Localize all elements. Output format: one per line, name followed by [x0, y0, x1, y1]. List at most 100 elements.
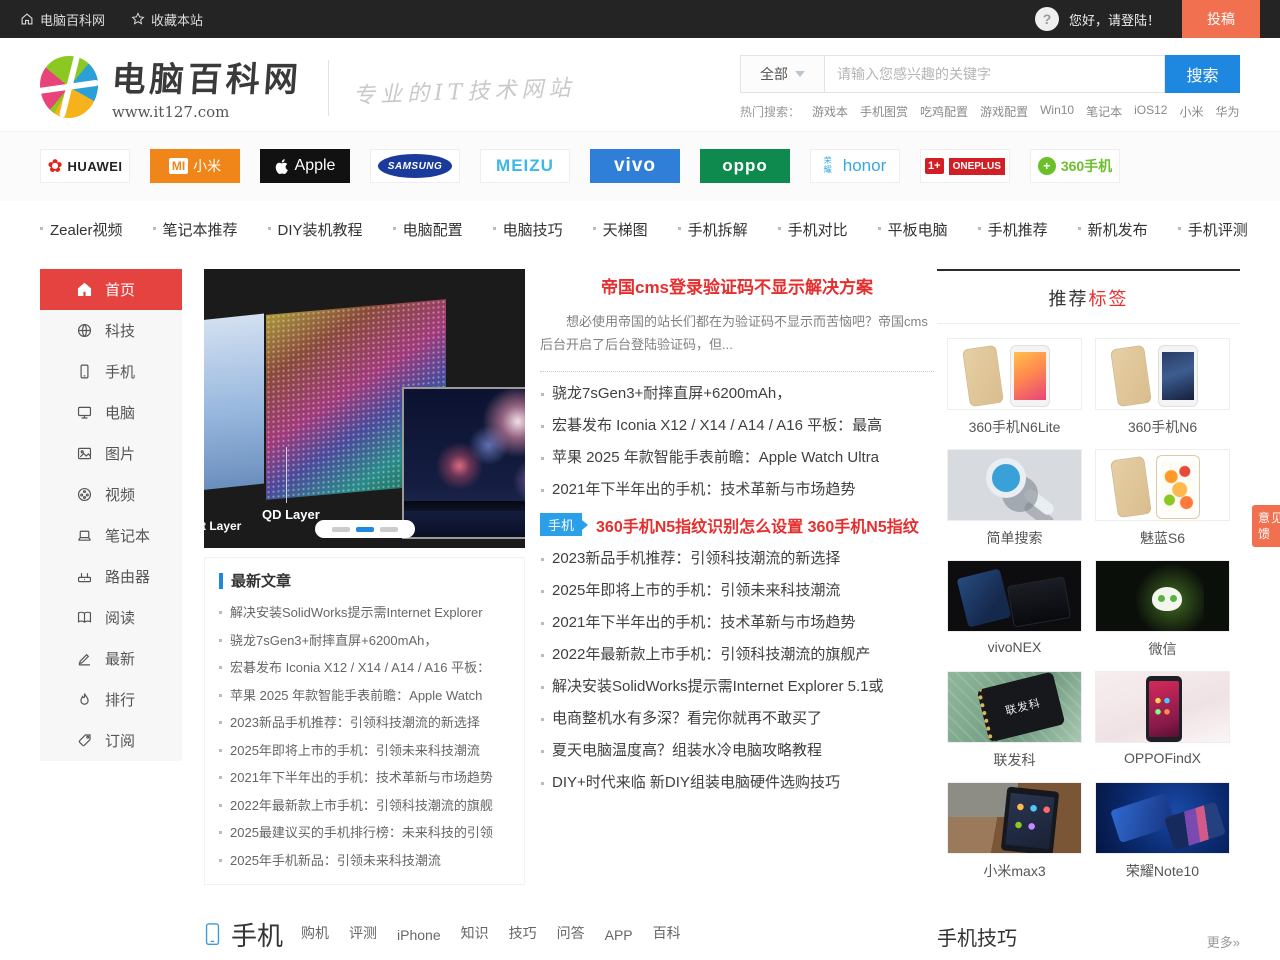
nav-item[interactable]: 笔记本推荐: [153, 219, 238, 240]
latest-article-link[interactable]: 骁龙7sGen3+耐摔直屏+6200mAh，: [219, 627, 512, 655]
headline-article-link[interactable]: 帝国cms登录验证码不显示解决方案: [540, 273, 934, 298]
phone-section-tab[interactable]: APP: [605, 927, 633, 943]
sidebar-item-pictures[interactable]: 图片: [40, 433, 182, 474]
sidebar-item-computer[interactable]: 电脑: [40, 392, 182, 433]
latest-article-link[interactable]: 2025年即将上市的手机：引领未来科技潮流: [219, 737, 512, 765]
nav-item[interactable]: 新机发布: [1078, 219, 1148, 240]
sidebar-item-router[interactable]: 路由器: [40, 556, 182, 597]
carousel-dot-1[interactable]: [332, 527, 350, 532]
nav-item[interactable]: 电脑技巧: [493, 219, 563, 240]
phone-section-tab[interactable]: 购机: [301, 923, 329, 943]
brand-meizu[interactable]: MEIZU: [480, 149, 570, 183]
latest-article-link[interactable]: 2021年下半年出的手机：技术革新与市场趋势: [219, 764, 512, 792]
sidebar-item-videos[interactable]: 视频: [40, 474, 182, 515]
phone-section-tab[interactable]: 技巧: [509, 923, 537, 943]
phone-section-tab[interactable]: 知识: [461, 923, 489, 943]
brand-vivo[interactable]: vivo: [590, 149, 680, 183]
carousel-dot-3[interactable]: [380, 527, 398, 532]
latest-article-link[interactable]: 苹果 2025 年款智能手表前瞻：Apple Watch: [219, 682, 512, 710]
nav-item[interactable]: 手机评测: [1178, 219, 1248, 240]
hot-keyword-link[interactable]: 吃鸡配置: [920, 103, 968, 120]
sidebar-item-reading[interactable]: 阅读: [40, 597, 182, 638]
brand-samsung[interactable]: SAMSUNG: [370, 149, 460, 183]
nav-item[interactable]: Zealer视频: [40, 219, 123, 240]
sidebar-item-laptop[interactable]: 笔记本: [40, 515, 182, 556]
hot-keyword-link[interactable]: 游戏配置: [980, 103, 1028, 120]
recommend-item-simple-search[interactable]: 简单搜索: [947, 449, 1082, 548]
sidebar-item-latest[interactable]: 最新: [40, 638, 182, 679]
submit-post-button[interactable]: 投稿: [1182, 0, 1260, 38]
hot-keyword-link[interactable]: 手机图赏: [860, 103, 908, 120]
recommend-item-honor-note10[interactable]: 荣耀Note10: [1095, 782, 1230, 881]
brand-huawei[interactable]: ✿ HUAWEI: [40, 149, 130, 183]
latest-article-link[interactable]: 宏碁发布 Iconia X12 / X14 / A14 / A16 平板：: [219, 654, 512, 682]
hot-keyword-link[interactable]: iOS12: [1134, 103, 1167, 120]
recommend-item-360n6[interactable]: 360手机N6: [1095, 338, 1230, 437]
latest-article-link[interactable]: 2025年手机新品：引领未来科技潮流: [219, 847, 512, 875]
brand-honor[interactable]: 荣耀 honor: [810, 149, 900, 183]
article-link[interactable]: 电商整机水有多深？看完你就再不敢买了: [540, 703, 934, 735]
more-link[interactable]: 更多»: [1207, 932, 1240, 951]
login-link[interactable]: 您好，请登陆！: [1069, 10, 1160, 29]
article-link[interactable]: 宏碁发布 Iconia X12 / X14 / A14 / A16 平板：最高: [540, 410, 934, 442]
article-link[interactable]: DIY+时代来临 新DIY组装电脑硬件选购技巧: [540, 767, 934, 799]
article-link[interactable]: 2025年即将上市的手机：引领未来科技潮流: [540, 575, 934, 607]
article-link[interactable]: 骁龙7sGen3+耐摔直屏+6200mAh，: [540, 378, 934, 410]
phone-section-tab[interactable]: 问答: [557, 923, 585, 943]
hot-keyword-link[interactable]: 游戏本: [812, 103, 848, 120]
phone-section-tab[interactable]: iPhone: [397, 927, 441, 943]
nav-item[interactable]: 天梯图: [593, 219, 648, 240]
feedback-button[interactable]: 意见反馈: [1252, 505, 1280, 547]
recommend-item-wechat[interactable]: 微信: [1095, 560, 1230, 659]
sidebar-item-phone[interactable]: 手机: [40, 351, 182, 392]
topbar-home-link[interactable]: 电脑百科网: [20, 10, 105, 29]
article-link[interactable]: 2022年最新款上市手机：引领科技潮流的旗舰产: [540, 639, 934, 671]
recommend-item-vivonex[interactable]: vivoNEX: [947, 560, 1082, 659]
carousel-dot-2[interactable]: [356, 527, 374, 532]
carousel-slide[interactable]: QD Layer t Layer: [204, 269, 525, 548]
latest-article-link[interactable]: 解决安装SolidWorks提示需Internet Explorer: [219, 599, 512, 627]
search-button[interactable]: 搜索: [1165, 55, 1240, 93]
nav-item[interactable]: 手机对比: [778, 219, 848, 240]
hot-keyword-link[interactable]: Win10: [1040, 103, 1074, 120]
brand-apple[interactable]: Apple: [260, 149, 350, 183]
brand-360[interactable]: + 360手机: [1030, 149, 1120, 183]
nav-item[interactable]: 电脑配置: [393, 219, 463, 240]
article-link[interactable]: 苹果 2025 年款智能手表前瞻：Apple Watch Ultra: [540, 442, 934, 474]
article-link[interactable]: 夏天电脑温度高？组装水冷电脑攻略教程: [540, 735, 934, 767]
latest-article-link[interactable]: 2025最建议买的手机排行榜：未来科技的引领: [219, 819, 512, 847]
article-link[interactable]: 2023新品手机推荐：引领科技潮流的新选择: [540, 543, 934, 575]
brand-oppo[interactable]: oppo: [700, 149, 790, 183]
sidebar-item-home[interactable]: 首页: [40, 269, 182, 310]
recommend-item-360n6lite[interactable]: 360手机N6Lite: [947, 338, 1082, 437]
phone-section-tab[interactable]: 百科: [653, 923, 681, 943]
site-logo[interactable]: 电脑百科网 www.it127.com: [40, 52, 302, 121]
nav-item[interactable]: 平板电脑: [878, 219, 948, 240]
hot-keyword-link[interactable]: 笔记本: [1086, 103, 1122, 120]
nav-item[interactable]: 手机拆解: [678, 219, 748, 240]
hot-keyword-link[interactable]: 华为: [1215, 103, 1239, 120]
sidebar-item-ranking[interactable]: 排行: [40, 679, 182, 720]
nav-item[interactable]: 手机推荐: [978, 219, 1048, 240]
recommend-item-mimax3[interactable]: 小米max3: [947, 782, 1082, 881]
search-input[interactable]: [824, 55, 1165, 93]
phone-section-tab[interactable]: 评测: [349, 923, 377, 943]
brand-xiaomi[interactable]: MI 小米: [150, 149, 240, 183]
brand-oneplus[interactable]: 1+ ONEPLUS: [920, 149, 1010, 183]
article-link[interactable]: 2021年下半年出的手机：技术革新与市场趋势: [540, 474, 934, 506]
sidebar-item-subscribe[interactable]: 订阅: [40, 720, 182, 761]
category-tag-phone[interactable]: 手机: [540, 513, 582, 536]
article-link[interactable]: 解决安装SolidWorks提示需Internet Explorer 5.1或: [540, 671, 934, 703]
recommend-item-mediatek[interactable]: 联发科 联发科: [947, 671, 1082, 770]
latest-article-link[interactable]: 2023新品手机推荐：引领科技潮流的新选择: [219, 709, 512, 737]
hot-keyword-link[interactable]: 小米: [1179, 103, 1203, 120]
featured-article-link[interactable]: 360手机N5指纹识别怎么设置 360手机N5指纹: [596, 513, 919, 537]
search-category-select[interactable]: 全部: [740, 55, 824, 93]
recommend-item-meilan-s6[interactable]: 魅蓝S6: [1095, 449, 1230, 548]
recommend-item-oppofindx[interactable]: OPPOFindX: [1095, 671, 1230, 770]
sidebar-item-tech[interactable]: 科技: [40, 310, 182, 351]
topbar-favorite-link[interactable]: 收藏本站: [131, 10, 203, 29]
nav-item[interactable]: DIY装机教程: [268, 219, 363, 240]
article-link[interactable]: 2021年下半年出的手机：技术革新与市场趋势: [540, 607, 934, 639]
latest-article-link[interactable]: 2022年最新款上市手机：引领科技潮流的旗舰: [219, 792, 512, 820]
